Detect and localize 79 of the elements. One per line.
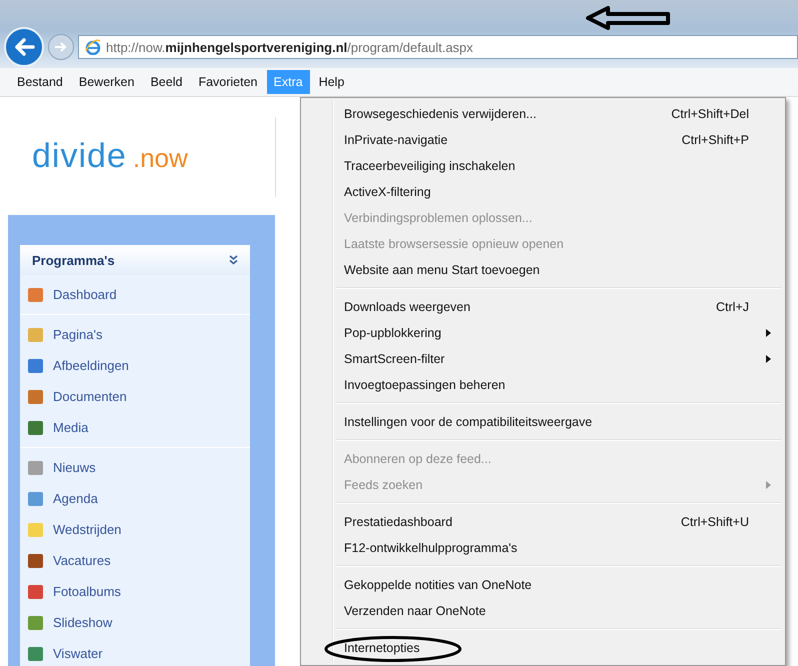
collapse-chevrons-icon[interactable] — [229, 255, 238, 265]
menu-item-label: ActiveX-filtering — [344, 185, 432, 199]
program-icon — [28, 584, 43, 598]
sidebar-item[interactable]: Documenten — [20, 381, 250, 412]
program-icon — [28, 646, 43, 660]
sidebar-item[interactable]: Slideshow — [20, 607, 250, 638]
logo-suffix: .now — [132, 142, 188, 174]
program-icon — [28, 358, 43, 372]
shortcut-text: Ctrl+Shift+P — [682, 133, 749, 147]
menu-item-label: Traceerbeveiliging inschakelen — [344, 159, 516, 173]
menu-item[interactable]: Invoegtoepassingen beheren — [303, 372, 783, 398]
program-icon — [28, 492, 43, 506]
back-button[interactable] — [4, 27, 44, 67]
menu-item[interactable]: Website aan menu Start toevoegen — [303, 257, 783, 283]
menu-item[interactable]: Verzenden naar OneNote — [303, 598, 783, 624]
address-field[interactable]: http://now.mijnhengelsportvereniging.nl/program/default.aspx — [78, 35, 798, 59]
menu-item-label: Downloads weergeven — [344, 300, 472, 314]
forward-arrow-icon — [54, 41, 68, 53]
sidebar-item[interactable]: Dashboard — [20, 279, 250, 310]
menu-item[interactable]: Browsegeschiedenis verwijderen... Ctrl+Shift+Del — [303, 101, 783, 127]
menu-item-label: F12-ontwikkelhulpprogramma's — [344, 541, 518, 555]
menu-bar-item[interactable]: Bewerken — [72, 70, 142, 94]
program-icon — [28, 328, 43, 342]
menu-item[interactable]: InPrivate-navigatie Ctrl+Shift+P — [303, 127, 783, 153]
menu-item-label: Browsegeschiedenis verwijderen... — [344, 107, 538, 121]
menu-item-label: Prestatiedashboard — [344, 515, 454, 529]
logo-word: divide — [32, 136, 127, 176]
menu-item-label: SmartScreen-filter — [344, 352, 446, 366]
menu-item-label: Feeds zoeken — [344, 478, 424, 492]
program-icon — [28, 420, 43, 434]
program-icon — [28, 616, 43, 630]
menu-item[interactable]: Downloads weergeven Ctrl+J — [303, 294, 783, 320]
menu-bar-item[interactable]: Bestand — [10, 70, 70, 94]
program-icon — [28, 522, 43, 536]
left-arrow-icon — [586, 6, 670, 30]
program-icon — [28, 288, 43, 302]
browser-logo-icon — [85, 39, 101, 55]
menu-item[interactable]: Internetopties — [303, 635, 783, 661]
menu-item[interactable]: Pop-upblokkering — [303, 320, 783, 346]
menu-bar-item[interactable]: Help — [312, 70, 352, 94]
menu-item[interactable]: ActiveX-filtering — [303, 179, 783, 205]
sidebar-item[interactable]: Wedstrijden — [20, 514, 250, 545]
sidebar-item[interactable]: Media — [20, 412, 250, 443]
forward-button[interactable] — [48, 34, 74, 60]
menu-item[interactable]: Traceerbeveiliging inschakelen — [303, 153, 783, 179]
menu-item[interactable]: SmartScreen-filter — [303, 346, 783, 372]
menu-item-label: Invoegtoepassingen beheren — [344, 378, 506, 392]
menu-item-label: Laatste browsersessie opnieuw openen — [344, 237, 565, 251]
menu-item[interactable]: Instellingen voor de compatibiliteitsweergave — [303, 409, 783, 435]
menu-bar-item[interactable]: Beeld — [143, 70, 190, 94]
menu-item-label: InPrivate-navigatie — [344, 133, 449, 147]
menu-bar-item[interactable]: Favorieten — [191, 70, 265, 94]
address-url: http://now.mijnhengelsportvereniging.nl/program/default.aspx — [106, 40, 474, 54]
menu-item-label: Abonneren op deze feed... — [344, 452, 492, 466]
shortcut-text: Ctrl+Shift+Del — [671, 107, 749, 121]
menu-item-label: Verzenden naar OneNote — [344, 604, 487, 618]
menu-item[interactable]: F12-ontwikkelhulpprogramma's — [303, 535, 783, 561]
sidebar-title: Programma's — [32, 252, 115, 268]
menu-item-label: Instellingen voor de compatibiliteitsweergave — [344, 415, 594, 429]
back-arrow-icon — [13, 37, 35, 57]
menu-item-label: Internetopties — [344, 641, 421, 655]
menu-item-label: Pop-upblokkering — [344, 326, 442, 340]
sidebar-item[interactable]: Pagina's — [20, 319, 250, 350]
program-icon — [28, 554, 43, 568]
sidebar-item[interactable]: Viswater — [20, 638, 250, 666]
menu-item-label: Verbindingsproblemen oplossen... — [344, 211, 534, 225]
sidebar-item[interactable]: Fotoalbums — [20, 576, 250, 607]
menu-item-label: Gekoppelde notities van OneNote — [344, 578, 533, 592]
program-icon — [28, 390, 43, 404]
sidebar-item[interactable]: Nieuws — [20, 452, 250, 483]
menu-item[interactable]: Gekoppelde notities van OneNote — [303, 572, 783, 598]
program-icon — [28, 460, 43, 474]
sidebar-item[interactable]: Agenda — [20, 483, 250, 514]
menu-item-label: Website aan menu Start toevoegen — [344, 263, 541, 277]
shortcut-text: Ctrl+Shift+U — [680, 515, 749, 529]
sidebar-item[interactable]: Afbeeldingen — [20, 350, 250, 381]
shortcut-text: Ctrl+J — [716, 300, 749, 314]
sidebar-item[interactable]: Vacatures — [20, 545, 250, 576]
menu-item[interactable]: Prestatiedashboard Ctrl+Shift+U — [303, 509, 783, 535]
